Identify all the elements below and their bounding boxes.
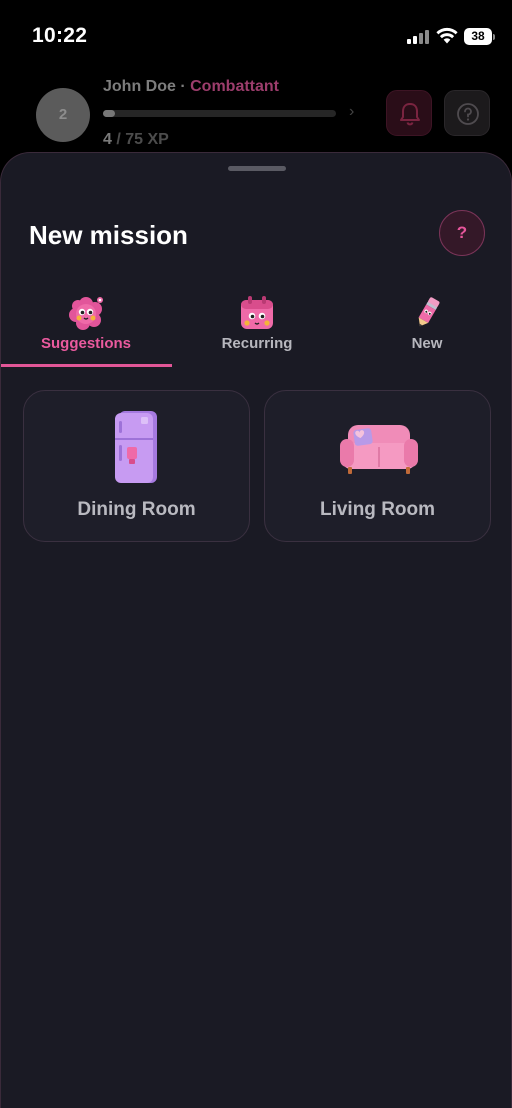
room-card-dining-room[interactable]: Dining Room — [23, 390, 250, 542]
user-rank: Combattant — [190, 78, 279, 95]
room-card-living-room[interactable]: Living Room — [264, 390, 491, 542]
tab-label-recurring: Recurring — [221, 335, 293, 352]
xp-text: 4 / 75 XP — [103, 131, 169, 149]
sofa-icon — [339, 425, 418, 474]
profile-header: 2 John Doe · Combattant › 4 / 75 XP — [0, 70, 512, 160]
xp-progress-bar — [103, 110, 336, 117]
tab-label-suggestions: Suggestions — [40, 335, 131, 352]
flower-face-icon — [69, 297, 103, 330]
avatar[interactable]: 2 — [36, 88, 90, 142]
wifi-icon — [436, 27, 458, 44]
question-circle-icon — [457, 103, 479, 125]
xp-progress-fill — [103, 110, 116, 117]
room-label-dining-room: Dining Room — [77, 499, 196, 520]
notifications-button[interactable] — [386, 90, 432, 136]
tab-label-new: New — [411, 335, 443, 352]
xp-current: 4 — [103, 131, 112, 148]
battery-level: 38 — [464, 28, 492, 45]
mission-tabs: Suggestions Recurring New — [1, 291, 512, 367]
cellular-signal-icon — [407, 30, 431, 44]
user-name: John Doe — [103, 78, 176, 95]
tab-new[interactable]: New — [342, 291, 512, 367]
xp-separator: / — [111, 131, 126, 148]
active-tab-indicator — [1, 364, 172, 367]
help-button[interactable] — [444, 90, 490, 136]
sheet-grabber[interactable] — [228, 166, 286, 171]
tab-recurring[interactable]: Recurring — [172, 291, 342, 367]
xp-max: 75 XP — [125, 131, 169, 148]
tab-suggestions[interactable]: Suggestions — [1, 291, 171, 367]
status-bar: 10:22 38 — [0, 0, 512, 66]
sheet-help-button[interactable]: ? — [439, 210, 485, 256]
new-mission-sheet: New mission ? Suggestions Recurring New … — [0, 152, 512, 1108]
fridge-icon — [114, 411, 157, 483]
room-label-living-room: Living Room — [319, 499, 436, 520]
profile-name-line: John Doe · Combattant — [103, 78, 279, 96]
sheet-title: New mission — [29, 220, 188, 250]
battery-icon: 38 — [464, 28, 496, 45]
bell-icon — [400, 103, 420, 126]
status-time: 10:22 — [32, 24, 88, 47]
chevron-right-icon[interactable]: › — [349, 103, 354, 121]
calendar-face-icon — [241, 296, 273, 329]
pencil-icon — [418, 297, 440, 327]
name-separator: · — [175, 78, 191, 95]
